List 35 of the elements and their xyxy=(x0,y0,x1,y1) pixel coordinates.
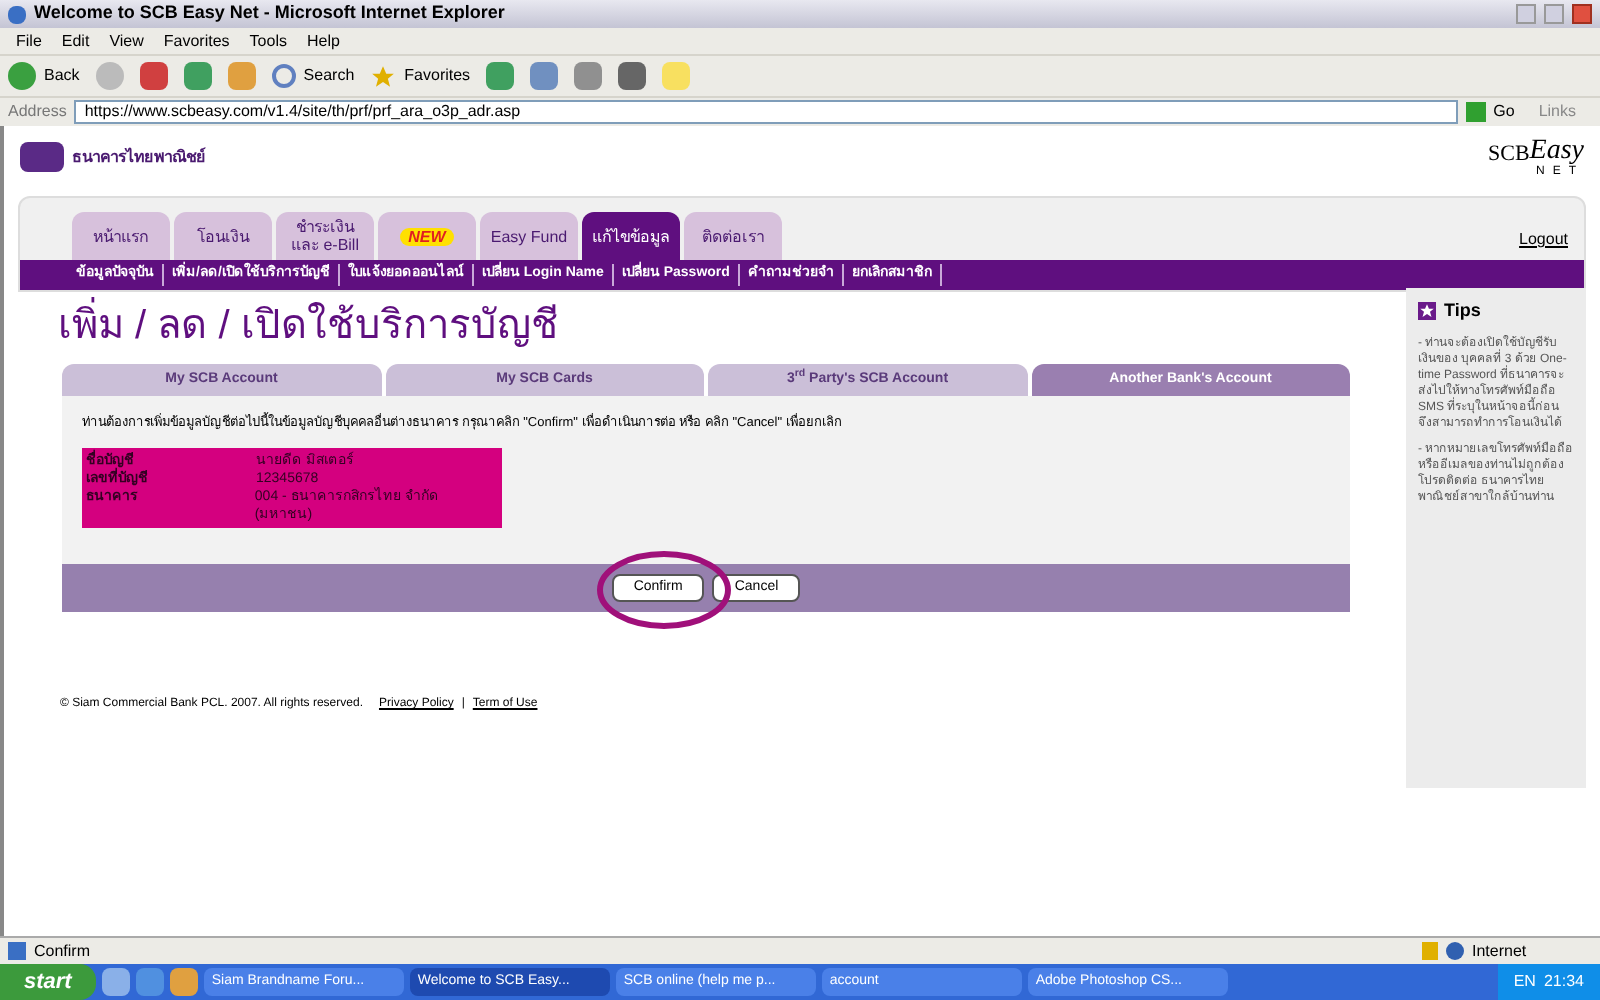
search-button[interactable]: Search xyxy=(271,64,355,88)
nav-tab[interactable]: ชำระเงิน และ e-Bill xyxy=(276,212,374,260)
menu-item[interactable]: Help xyxy=(306,29,340,53)
status-text: Confirm xyxy=(34,939,93,963)
language-indicator: EN xyxy=(1513,970,1536,994)
back-button[interactable]: Back xyxy=(8,62,80,90)
logout-link[interactable]: Logout xyxy=(1519,228,1568,252)
bank-name: ธนาคารไทยพาณิชย์ xyxy=(72,145,206,169)
restore-button[interactable] xyxy=(1544,4,1564,24)
page-title: เพิ่ม / ลด / เปิดใช้บริการบัญชี xyxy=(18,292,1394,360)
start-button[interactable]: start xyxy=(0,964,96,1000)
address-label: Address xyxy=(8,100,67,124)
star-icon xyxy=(1418,302,1436,321)
address-field[interactable]: https://www.scbeasy.com/v1.4/site/th/prf/prf_ara_o3p_adr.asp xyxy=(74,100,1458,124)
minimize-button[interactable] xyxy=(1516,4,1536,24)
menu-item[interactable]: Edit xyxy=(61,29,90,53)
menu-item[interactable]: Tools xyxy=(249,29,287,53)
nav-tab[interactable]: แก้ไขข้อมูล xyxy=(582,212,680,260)
menu-item[interactable]: File xyxy=(16,29,42,53)
nav-tab[interactable]: NEW xyxy=(378,212,476,260)
nav-tab[interactable]: Easy Fund xyxy=(480,212,578,260)
star-icon xyxy=(370,63,397,89)
nav-tab[interactable]: ติดต่อเรา xyxy=(684,212,782,260)
highlight-ellipse xyxy=(596,550,732,630)
zone-text: Internet xyxy=(1472,939,1529,963)
nav-tab[interactable]: หน้าแรก xyxy=(72,212,170,260)
go-button[interactable]: Go xyxy=(1465,100,1515,124)
menu-item[interactable]: View xyxy=(109,29,144,53)
tips-title: Tips xyxy=(1444,298,1481,324)
menu-item[interactable]: Favorites xyxy=(163,29,230,53)
window-title: Welcome to SCB Easy Net - Microsoft Internet Explorer xyxy=(34,0,507,27)
clock: 21:34 xyxy=(1543,970,1584,994)
close-button[interactable] xyxy=(1572,4,1592,24)
nav-tab[interactable]: โอนเงิน xyxy=(174,212,272,260)
favorites-button[interactable]: Favorites xyxy=(370,63,471,89)
